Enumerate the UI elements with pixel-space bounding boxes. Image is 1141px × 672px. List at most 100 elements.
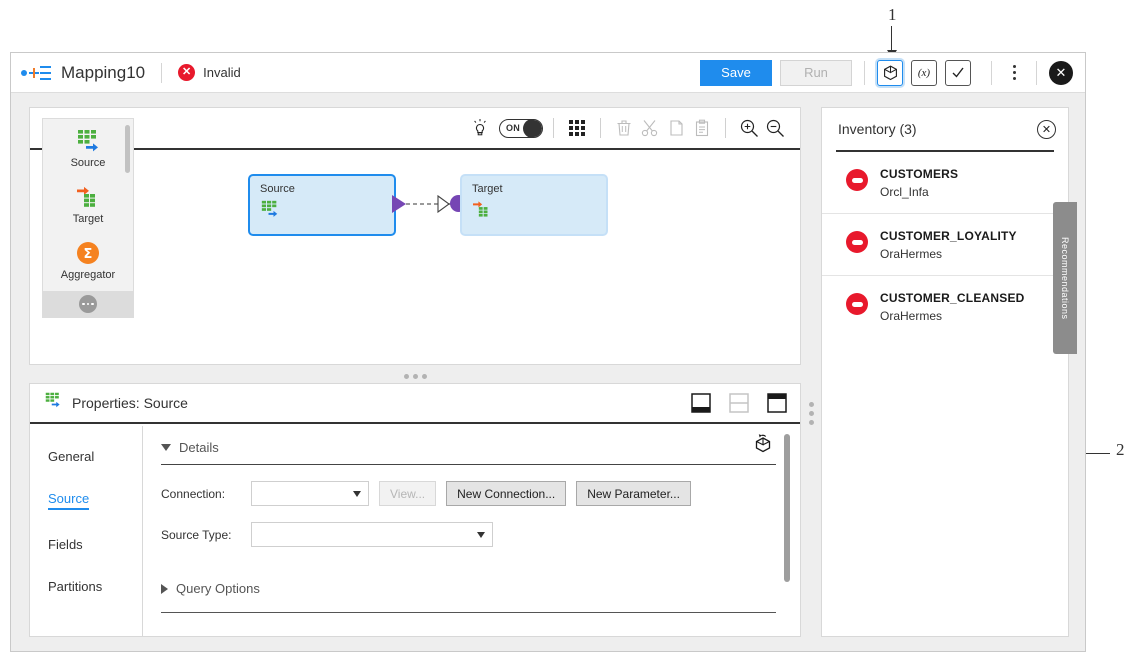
palette-label: Source	[70, 157, 106, 169]
connection-select[interactable]	[251, 481, 369, 506]
titlebar: Mapping10 ✕ Invalid Save Run (x) ✕	[11, 53, 1085, 93]
list-item[interactable]: CUSTOMER_LOYALITY OraHermes	[822, 214, 1068, 276]
list-item[interactable]: CUSTOMER_CLEANSED OraHermes	[822, 276, 1068, 337]
chevron-down-icon	[353, 490, 361, 497]
oracle-icon	[846, 169, 868, 191]
source-type-row: Source Type:	[161, 522, 776, 547]
app-body: Design ON	[11, 93, 1085, 651]
validate-check-icon	[952, 67, 964, 78]
callout-number-2: 2	[1116, 440, 1125, 459]
connection-row: Connection: View... New Connection... Ne…	[161, 481, 776, 506]
panel-bottom-icon[interactable]	[690, 392, 712, 414]
palette-label: Target	[72, 213, 104, 225]
properties-panel: Properties: Source General Source Fields…	[29, 383, 801, 637]
view-button[interactable]: View...	[379, 481, 437, 506]
source-icon	[260, 200, 394, 225]
inventory-item-connection: OraHermes	[880, 247, 943, 261]
kebab-menu-icon[interactable]	[1004, 61, 1024, 85]
cube-icon	[883, 65, 897, 80]
target-icon	[77, 186, 95, 207]
chevron-down-icon	[161, 444, 171, 451]
save-button[interactable]: Save	[700, 59, 772, 86]
properties-body: General Source Fields Partitions Details…	[30, 426, 800, 636]
chevron-right-icon	[161, 583, 168, 594]
query-options-section-header[interactable]: Query Options	[161, 581, 776, 596]
inventory-item-name: CUSTOMER_LOYALITY	[880, 229, 1017, 243]
recommendations-tab[interactable]: Recommendations	[1053, 202, 1077, 354]
vertical-splitter[interactable]	[804, 393, 818, 433]
query-options-title: Query Options	[176, 581, 260, 596]
palette-more-button[interactable]	[43, 291, 133, 317]
transformation-palette: Source Target Σ Aggregator	[42, 118, 134, 318]
palette-label: Aggregator	[60, 269, 116, 281]
tab-source[interactable]: Source	[48, 491, 90, 510]
inventory-panel: Inventory (3) ✕ CUSTOMERS Orcl_Infa CUST…	[821, 107, 1069, 637]
inventory-header: Inventory (3) ✕	[822, 108, 1068, 150]
horizontal-splitter[interactable]	[29, 369, 801, 383]
divider	[161, 612, 776, 613]
error-circle-icon: ✕	[178, 64, 196, 81]
details-section-header[interactable]: Details	[161, 440, 776, 455]
svg-text:Σ: Σ	[84, 247, 93, 262]
validate-check-icon-button[interactable]	[945, 59, 971, 86]
panel-split-icon[interactable]	[728, 392, 750, 414]
recommendations-tab-label: Recommendations	[1060, 236, 1070, 320]
inventory-item-name: CUSTOMERS	[880, 167, 959, 181]
palette-item-aggregator[interactable]: Σ Aggregator	[43, 241, 133, 281]
expression-fx-icon-button[interactable]: (x)	[911, 59, 937, 86]
divider	[1036, 60, 1037, 85]
palette-item-source[interactable]: Source	[43, 129, 133, 169]
new-connection-button[interactable]: New Connection...	[446, 481, 567, 506]
screenshot-root: 1 2 Mapping10 ✕ Invalid Save Run (x) ✕ O…	[0, 0, 1141, 672]
divider	[161, 464, 776, 465]
source-icon	[44, 392, 64, 415]
callout-number-1: 1	[888, 5, 897, 24]
inventory-item-name: CUSTOMER_CLEANSED	[880, 291, 1025, 305]
mapping-canvas[interactable]: Source Target	[140, 118, 796, 360]
panel-top-icon[interactable]	[766, 392, 788, 414]
properties-scrollbar[interactable]	[784, 434, 790, 582]
callout-arrow-1	[887, 26, 897, 58]
design-panel: Design ON	[29, 107, 801, 365]
panel-layout-controls	[690, 392, 788, 414]
details-section-title: Details	[179, 440, 219, 455]
properties-content: Details Connection: View... New Connecti…	[142, 426, 800, 636]
palette-item-target[interactable]: Target	[43, 185, 133, 225]
tab-partitions[interactable]: Partitions	[48, 579, 102, 594]
status-text: Invalid	[203, 65, 241, 80]
properties-title: Properties: Source	[72, 395, 188, 411]
palette-scrollbar[interactable]	[125, 125, 130, 173]
output-port[interactable]	[392, 195, 406, 213]
tab-general[interactable]: General	[48, 449, 94, 464]
properties-tab-list: General Source Fields Partitions	[30, 426, 142, 636]
cube-icon-button[interactable]	[877, 59, 903, 86]
mapping-icon	[21, 63, 55, 83]
source-type-select[interactable]	[251, 522, 493, 547]
canvas-node-source[interactable]: Source	[248, 174, 396, 236]
titlebar-actions: Save Run (x) ✕	[700, 59, 1085, 86]
connection-label: Connection:	[161, 486, 226, 501]
tab-fields[interactable]: Fields	[48, 537, 83, 552]
source-type-label: Source Type:	[161, 527, 232, 542]
input-port-triangle	[437, 195, 450, 213]
close-icon[interactable]: ✕	[1049, 60, 1073, 85]
oracle-icon	[846, 231, 868, 253]
inventory-item-connection: Orcl_Infa	[880, 185, 929, 199]
divider	[864, 60, 865, 85]
target-icon	[472, 200, 606, 225]
run-button[interactable]: Run	[780, 59, 852, 86]
close-icon[interactable]: ✕	[1037, 119, 1056, 139]
node-label: Target	[472, 183, 503, 195]
canvas-node-target[interactable]: Target	[460, 174, 608, 236]
list-item[interactable]: CUSTOMERS Orcl_Infa	[822, 152, 1068, 214]
inventory-item-connection: OraHermes	[880, 309, 943, 323]
properties-header: Properties: Source	[30, 384, 800, 424]
inventory-title: Inventory (3)	[838, 121, 917, 137]
node-label: Source	[260, 183, 295, 195]
new-parameter-button[interactable]: New Parameter...	[576, 481, 691, 506]
application-window: Mapping10 ✕ Invalid Save Run (x) ✕ ON So…	[10, 52, 1086, 652]
more-icon	[79, 295, 97, 313]
status-badge: ✕ Invalid	[178, 64, 241, 81]
divider	[991, 60, 992, 85]
cube-rotate-icon[interactable]	[752, 432, 774, 459]
